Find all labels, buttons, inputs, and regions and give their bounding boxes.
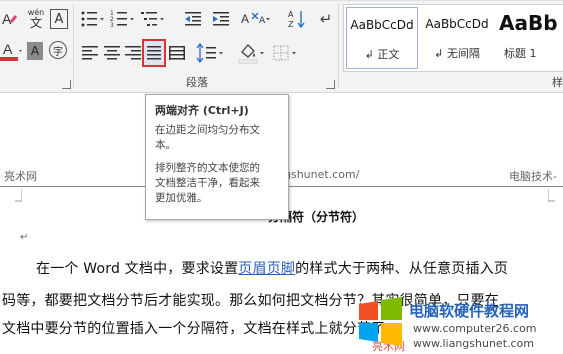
paragraph-dialog-launcher-icon[interactable] bbox=[326, 80, 335, 89]
svg-text:Z: Z bbox=[288, 20, 294, 29]
character-border-icon[interactable]: A bbox=[50, 9, 68, 29]
watermark-title: 电脑软硬件教程网 bbox=[409, 302, 530, 320]
svg-text:A: A bbox=[3, 41, 13, 57]
style-no-spacing[interactable]: AaBbCcDd ↲ 无间隔 bbox=[420, 7, 494, 67]
svg-text:A: A bbox=[2, 11, 12, 27]
phonetic-guide-char: 文 bbox=[29, 16, 42, 30]
sort-icon[interactable]: AZ bbox=[286, 8, 308, 30]
numbering-icon[interactable]: 123 bbox=[110, 8, 136, 30]
bullets-icon[interactable] bbox=[80, 8, 106, 30]
distributed-align-icon[interactable] bbox=[168, 41, 186, 65]
tooltip-desc-2: 本。 bbox=[155, 139, 176, 151]
style-heading-1[interactable]: AaBb 标题 1 bbox=[496, 7, 563, 67]
header-url-text: gshunet.com/ bbox=[284, 168, 360, 181]
paragraph-group-label: 段落 bbox=[186, 76, 208, 89]
header-left-text: 亮术网 bbox=[4, 170, 37, 183]
styles-gallery[interactable]: AaBbCcDd ↲ 正文 AaBbCcDd ↲ 无间隔 AaBb 标题 1 bbox=[343, 4, 563, 72]
align-left-icon[interactable] bbox=[80, 41, 100, 65]
header-footer-link[interactable]: 页眉页脚 bbox=[238, 261, 295, 277]
character-shading-icon[interactable]: A bbox=[27, 42, 43, 60]
ribbon: A wén 文 A A A 字 123 AA AZ ↵ 段落 AaBbCcDd … bbox=[0, 0, 563, 93]
svg-text:A: A bbox=[288, 10, 294, 19]
justify-button[interactable] bbox=[142, 39, 166, 67]
windows-logo-icon bbox=[359, 297, 402, 346]
align-center-icon[interactable] bbox=[102, 41, 122, 65]
enclose-characters-icon[interactable]: 字 bbox=[49, 41, 67, 59]
font-color-icon[interactable]: A bbox=[0, 38, 22, 64]
tooltip-more-2: 文档整洁干净，看起来 bbox=[155, 177, 260, 189]
borders-icon[interactable] bbox=[272, 41, 300, 65]
site-watermark: 电脑软硬件教程网 www.computer26.com www.liangshu… bbox=[355, 296, 563, 352]
clear-formatting-icon[interactable]: A bbox=[0, 8, 20, 30]
styles-group-label: 样 bbox=[552, 76, 563, 89]
svg-text:A: A bbox=[259, 16, 266, 26]
header-right-text: 电脑技术- bbox=[509, 170, 557, 183]
watermark-url-1: www.computer26.com bbox=[413, 322, 537, 335]
justify-tooltip: 两端对齐 (Ctrl+J) 在边距之间均匀分布文 本。 排列整齐的文本使您的 文… bbox=[145, 94, 289, 220]
group-separator bbox=[338, 4, 339, 88]
style-no-spacing-label: ↲ 无间隔 bbox=[434, 47, 480, 60]
watermark-url-2: www.liangshunet.com bbox=[413, 337, 534, 350]
justify-icon bbox=[147, 46, 161, 60]
tooltip-more-1: 排列整齐的文本使您的 bbox=[155, 162, 260, 174]
style-heading-1-label: 标题 1 bbox=[504, 47, 537, 60]
decrease-indent-icon[interactable] bbox=[182, 8, 204, 30]
tooltip-desc-1: 在边距之间均匀分布文 bbox=[155, 124, 260, 136]
phonetic-guide-icon[interactable]: wén 文 bbox=[24, 6, 48, 32]
tooltip-title: 两端对齐 (Ctrl+J) bbox=[155, 104, 249, 117]
paragraph-mark: ↵ bbox=[20, 232, 29, 243]
tooltip-more-3: 更加优雅。 bbox=[155, 192, 208, 204]
margin-mark-left bbox=[15, 189, 22, 202]
style-normal-label: ↲ 正文 bbox=[364, 48, 400, 61]
increase-indent-icon[interactable] bbox=[210, 8, 232, 30]
margin-mark-right bbox=[548, 189, 555, 202]
font-dialog-launcher-icon[interactable] bbox=[62, 80, 71, 89]
shading-icon[interactable] bbox=[238, 41, 266, 65]
show-formatting-marks-icon[interactable]: ↵ bbox=[316, 8, 336, 30]
group-separator bbox=[73, 4, 74, 88]
svg-text:A: A bbox=[241, 12, 249, 26]
align-right-icon[interactable] bbox=[123, 41, 143, 65]
body-line-3: 文档中要分节的位置插入一个分隔符，文档在样式上就分节了。 bbox=[2, 321, 400, 337]
multilevel-list-icon[interactable] bbox=[140, 8, 166, 30]
body-line-1: 在一个 Word 文档中，要求设置页眉页脚的样式大于两种、从任意页插入页 bbox=[36, 261, 509, 277]
svg-text:3: 3 bbox=[110, 22, 114, 29]
chinese-layout-icon[interactable]: AA bbox=[240, 8, 270, 30]
style-normal[interactable]: AaBbCcDd ↲ 正文 bbox=[346, 7, 418, 69]
line-spacing-icon[interactable] bbox=[196, 41, 224, 65]
